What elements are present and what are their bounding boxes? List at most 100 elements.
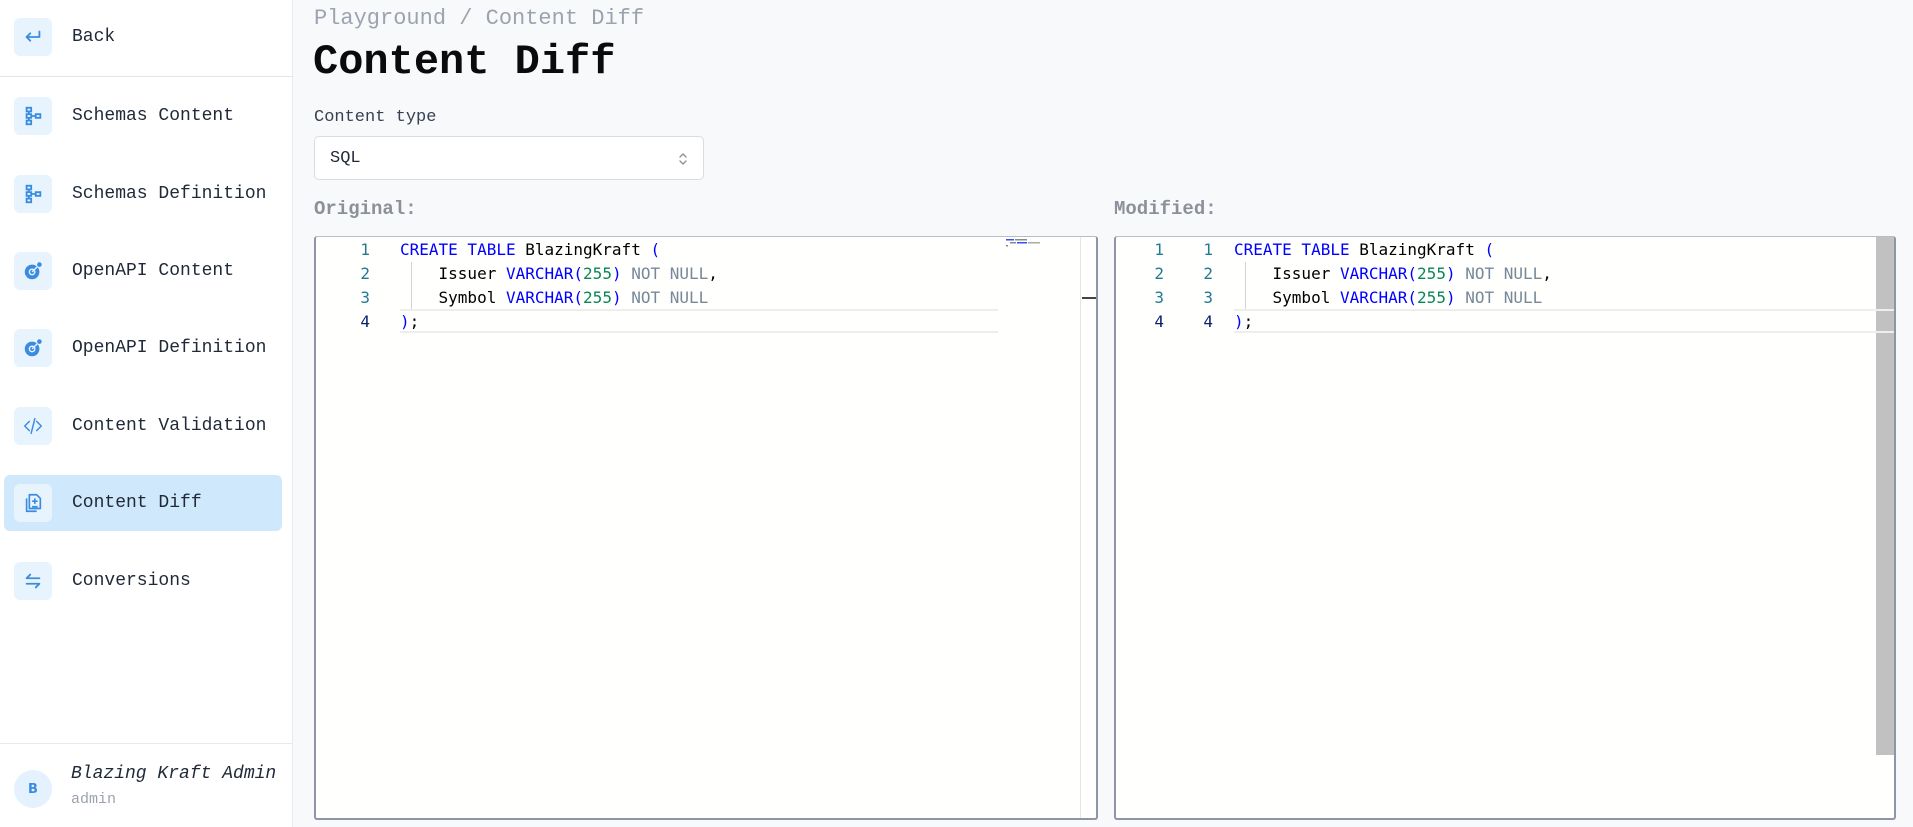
code-token-num: 255: [583, 288, 612, 307]
sidebar-item-label: Schemas Definition: [72, 184, 267, 204]
divider: [0, 743, 293, 744]
original-line-number: 3: [1154, 288, 1164, 307]
code-token-num: 255: [1417, 264, 1446, 283]
sidebar-item-back[interactable]: Back: [4, 9, 282, 65]
sidebar-item-label: Content Validation: [72, 416, 267, 436]
code-text: CREATE TABLE BlazingKraft (: [400, 238, 660, 262]
code-text: );: [400, 310, 419, 334]
code-line: 4 4);: [1116, 310, 1894, 334]
code-token-num: 255: [583, 264, 612, 283]
code-text: );: [1234, 310, 1253, 334]
original-label: Original:: [314, 198, 417, 220]
original-line-number: 1: [1154, 240, 1164, 259]
code-line: 3 3 Symbol VARCHAR(255) NOT NULL: [1116, 286, 1894, 310]
code-token-txt: BlazingKraft: [515, 240, 651, 259]
code-text: Symbol VARCHAR(255) NOT NULL: [400, 286, 709, 310]
openapi-icon: [14, 252, 52, 290]
line-number: 2: [360, 264, 370, 283]
code-line: 3 Symbol VARCHAR(255) NOT NULL: [316, 286, 1096, 310]
code-token-txt: Issuer: [400, 264, 506, 283]
modified-label: Modified:: [1114, 198, 1217, 220]
code-token-txt: Symbol: [1234, 288, 1340, 307]
line-number: 3: [360, 288, 370, 307]
original-line-number: 2: [1154, 264, 1164, 283]
sidebar-item-label: Schemas Content: [72, 106, 235, 126]
line-number: 3: [1203, 288, 1213, 307]
content-type-label: Content type: [314, 108, 437, 127]
code-token-kw: (: [1407, 288, 1418, 307]
code-token-kw: ): [611, 288, 622, 307]
code-token-kw: VARCHAR: [1339, 264, 1408, 283]
original-editor[interactable]: 1 CREATE TABLE BlazingKraft (2 Issuer VAR…: [314, 236, 1098, 820]
code-token-op: NOT NULL: [1455, 264, 1543, 283]
avatar[interactable]: B: [14, 770, 52, 808]
schema-tree-icon: [14, 97, 52, 135]
code-token-kw: VARCHAR: [1339, 288, 1408, 307]
sidebar-item-label: Back: [72, 27, 116, 47]
code-token-kw: VARCHAR: [505, 264, 574, 283]
code-token-kw: (: [1484, 240, 1495, 259]
divider: [0, 76, 293, 77]
sidebar-item-label: Conversions: [72, 571, 191, 591]
code-line: 1 1 CREATE TABLE BlazingKraft (: [1116, 238, 1894, 262]
code-token-kw: CREATE TABLE: [400, 240, 516, 259]
code-token-txt: BlazingKraft: [1349, 240, 1485, 259]
sidebar-item-openapi-definition[interactable]: OpenAPI Definition: [4, 320, 282, 376]
openapi-icon: [14, 329, 52, 367]
user-name: Blazing Kraft Admin: [71, 764, 277, 784]
user-role: admin: [71, 791, 117, 808]
line-number: 1: [360, 240, 370, 259]
original-line-number: 4: [1154, 312, 1164, 331]
code-token-op: NOT NULL: [1455, 288, 1543, 307]
code-token-kw: ): [1445, 264, 1456, 283]
code-token-txt: ;: [1243, 312, 1254, 331]
code-token-kw: (: [1407, 264, 1418, 283]
content-type-select[interactable]: SQL: [314, 136, 704, 180]
code-line: 2 Issuer VARCHAR(255) NOT NULL,: [316, 262, 1096, 286]
sidebar-item-schemas-content[interactable]: Schemas Content: [4, 88, 282, 144]
line-number: 4: [360, 312, 370, 331]
modified-editor[interactable]: 1 1 CREATE TABLE BlazingKraft (2 2 Issuer V…: [1114, 236, 1896, 820]
code-text: Symbol VARCHAR(255) NOT NULL: [1234, 286, 1543, 310]
sidebar: Back Schemas Content Schemas Definition …: [0, 0, 293, 827]
code-token-op: NOT NULL: [621, 288, 709, 307]
code-token-kw: ): [400, 312, 410, 331]
code-token-txt: Symbol: [400, 288, 506, 307]
code-line: 1 CREATE TABLE BlazingKraft (: [316, 238, 1096, 262]
sidebar-item-schemas-definition[interactable]: Schemas Definition: [4, 166, 282, 222]
sidebar-item-content-diff[interactable]: Content Diff: [4, 475, 282, 531]
breadcrumb: Playground / Content Diff: [314, 6, 645, 31]
code-token-txt: ;: [409, 312, 420, 331]
sidebar-item-openapi-content[interactable]: OpenAPI Content: [4, 243, 282, 299]
code-token-op: NOT NULL: [621, 264, 709, 283]
code-token-num: 255: [1417, 288, 1446, 307]
code-line: 2 2 Issuer VARCHAR(255) NOT NULL,: [1116, 262, 1894, 286]
chevron-up-down-icon: [679, 153, 687, 165]
code-token-kw: CREATE TABLE: [1234, 240, 1350, 259]
code-token-kw: ): [1445, 288, 1456, 307]
code-token-kw: (: [573, 264, 584, 283]
code-token-kw: ): [611, 264, 622, 283]
sidebar-item-conversions[interactable]: Conversions: [4, 553, 282, 609]
code-text: Issuer VARCHAR(255) NOT NULL,: [400, 262, 718, 286]
code-token-txt: Issuer: [1234, 264, 1340, 283]
sidebar-item-content-validation[interactable]: Content Validation: [4, 398, 282, 454]
schema-tree-icon: [14, 175, 52, 213]
content-type-value: SQL: [330, 148, 361, 168]
code-token-kw: (: [573, 288, 584, 307]
code-token-kw: ): [1234, 312, 1244, 331]
code-token-txt: ,: [708, 264, 718, 283]
file-diff-icon: [14, 484, 52, 522]
code-line: 4);: [316, 310, 1096, 334]
code-token-kw: (: [650, 240, 661, 259]
line-number: 2: [1203, 264, 1213, 283]
arrow-return-left-icon: [14, 18, 52, 56]
page-title: Content Diff: [313, 38, 616, 86]
line-number: 1: [1203, 240, 1213, 259]
line-number: 4: [1203, 312, 1213, 331]
code-token-kw: VARCHAR: [505, 288, 574, 307]
code-brackets-icon: [14, 407, 52, 445]
swap-arrows-icon: [14, 562, 52, 600]
code-text: Issuer VARCHAR(255) NOT NULL,: [1234, 262, 1552, 286]
sidebar-item-label: Content Diff: [72, 493, 202, 513]
